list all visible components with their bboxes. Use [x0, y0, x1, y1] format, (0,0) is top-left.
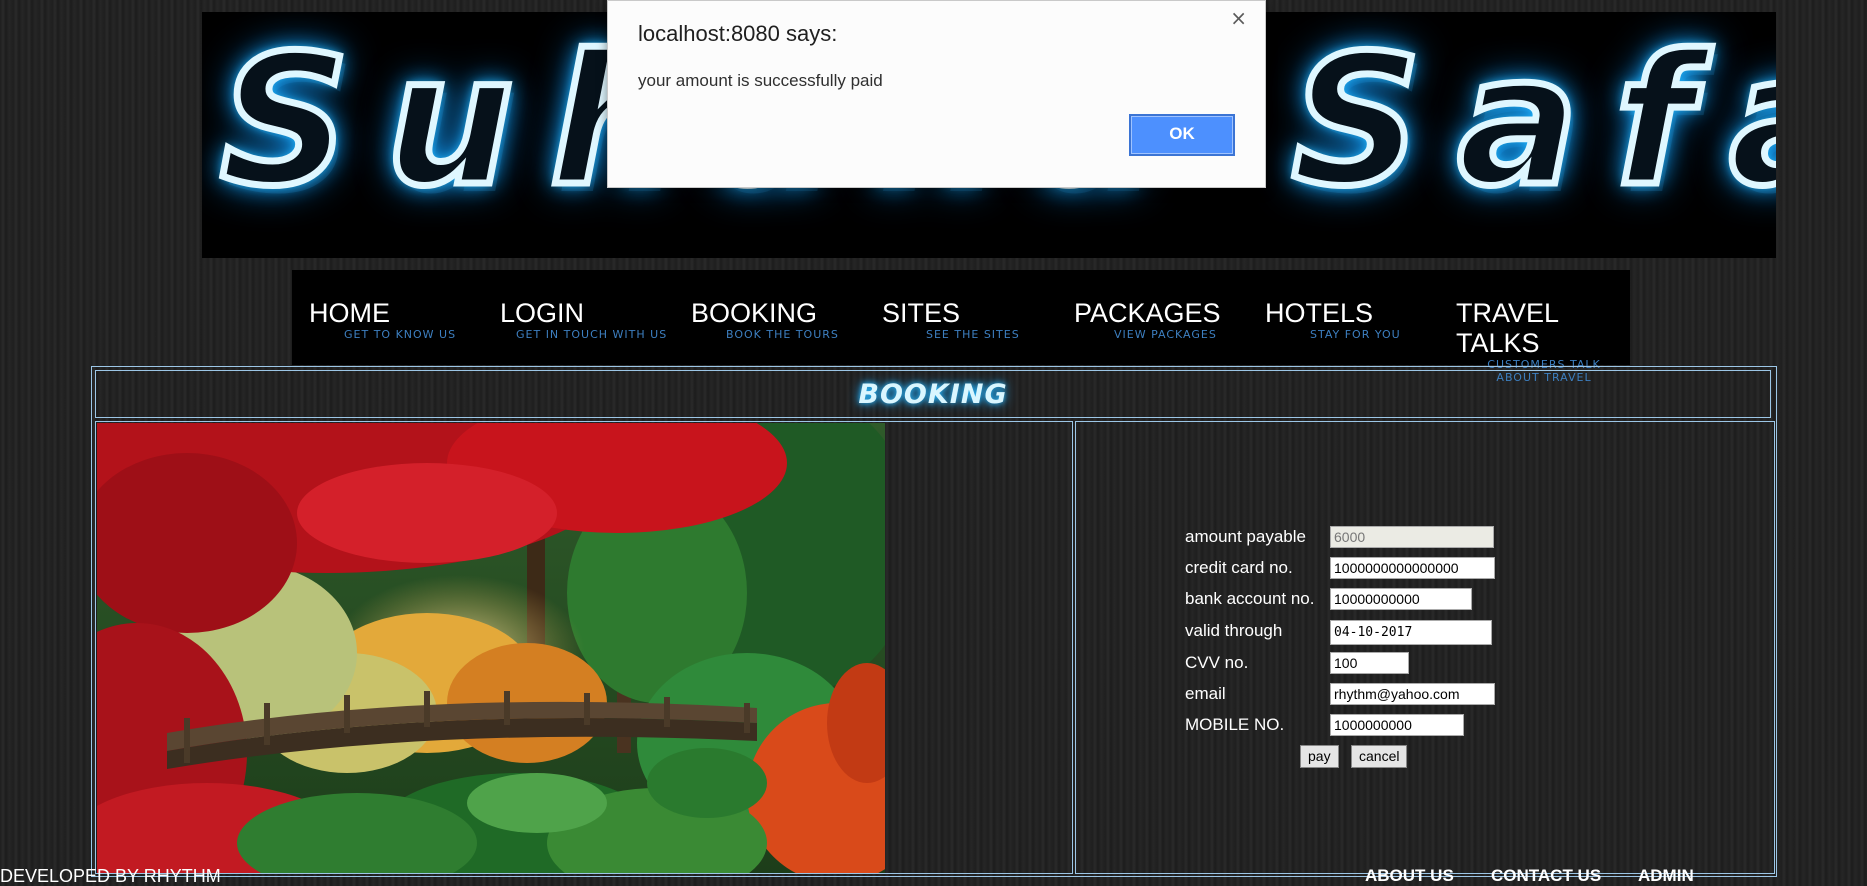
- nav-item-sub: GET IN TOUCH WITH US: [516, 328, 668, 341]
- nav-item-travel-talks[interactable]: TRAVEL TALKS CUSTOMERS TALK ABOUT TRAVEL: [1456, 298, 1628, 384]
- footer-admin-link[interactable]: ADMIN: [1638, 866, 1694, 886]
- nav-item-label: HOME: [309, 298, 390, 328]
- email-field[interactable]: [1330, 683, 1495, 705]
- nav-item-home[interactable]: HOME GET TO KNOW US: [309, 298, 499, 358]
- cvv-label: CVV no.: [1185, 653, 1249, 672]
- nav-item-sub: SEE THE SITES: [926, 328, 1020, 341]
- email-label: email: [1185, 684, 1226, 703]
- valid-through-field[interactable]: [1330, 620, 1492, 645]
- nav-item-sites[interactable]: SITES SEE THE SITES: [882, 298, 1072, 358]
- bank-account-field[interactable]: [1330, 588, 1472, 610]
- account-label: bank account no.: [1185, 589, 1315, 608]
- valid-label: valid through: [1185, 621, 1283, 640]
- cvv-field[interactable]: [1330, 652, 1409, 674]
- nav-item-packages[interactable]: PACKAGES VIEW PACKAGES: [1074, 298, 1264, 358]
- credit-card-field[interactable]: [1330, 557, 1495, 579]
- payment-panel: [1075, 421, 1775, 874]
- garden-bridge-image: [97, 423, 885, 873]
- nav-item-label: TRAVEL TALKS: [1456, 298, 1559, 358]
- alert-dialog: localhost:8080 says: × your amount is su…: [607, 0, 1266, 188]
- nav-item-booking[interactable]: BOOKING BOOK THE TOURS: [691, 298, 881, 358]
- nav-item-label: BOOKING: [691, 298, 818, 328]
- mobile-label: MOBILE NO.: [1185, 715, 1285, 734]
- ok-button[interactable]: OK: [1129, 114, 1235, 156]
- amount-payable-field[interactable]: [1330, 526, 1494, 548]
- nav-item-label: SITES: [882, 298, 961, 328]
- card-label: credit card no.: [1185, 558, 1293, 577]
- footer-about-link[interactable]: ABOUT US: [1365, 866, 1454, 886]
- amount-label: amount payable: [1185, 527, 1306, 546]
- footer-contact-link[interactable]: CONTACT US: [1491, 866, 1601, 886]
- nav-item-sub: GET TO KNOW US: [344, 328, 457, 341]
- image-panel: [95, 421, 1073, 874]
- pay-button[interactable]: pay: [1300, 745, 1339, 768]
- nav-item-sub: VIEW PACKAGES: [1114, 328, 1217, 341]
- nav-item-sub: BOOK THE TOURS: [726, 328, 839, 341]
- nav-item-login[interactable]: LOGIN GET IN TOUCH WITH US: [500, 298, 690, 358]
- section-header: BOOKING: [95, 370, 1771, 418]
- mobile-field[interactable]: [1330, 714, 1464, 736]
- dialog-title: localhost:8080 says:: [638, 21, 838, 46]
- nav-item-hotels[interactable]: HOTELS STAY FOR YOU: [1265, 298, 1455, 358]
- nav-item-label: HOTELS: [1265, 298, 1374, 328]
- nav-item-label: LOGIN: [500, 298, 585, 328]
- nav-item-sub: STAY FOR YOU: [1310, 328, 1401, 341]
- page-title: BOOKING: [858, 379, 1008, 410]
- close-icon[interactable]: ×: [1230, 7, 1247, 29]
- booking-frame: BOOKING: [91, 366, 1777, 877]
- cancel-button[interactable]: cancel: [1351, 745, 1408, 768]
- main-nav: HOME GET TO KNOW US LOGIN GET IN TOUCH W…: [292, 270, 1630, 384]
- dialog-message: your amount is successfully paid: [638, 71, 883, 90]
- nav-item-label: PACKAGES: [1074, 298, 1221, 328]
- developer-credit: DEVELOPED BY RHYTHM: [0, 866, 221, 886]
